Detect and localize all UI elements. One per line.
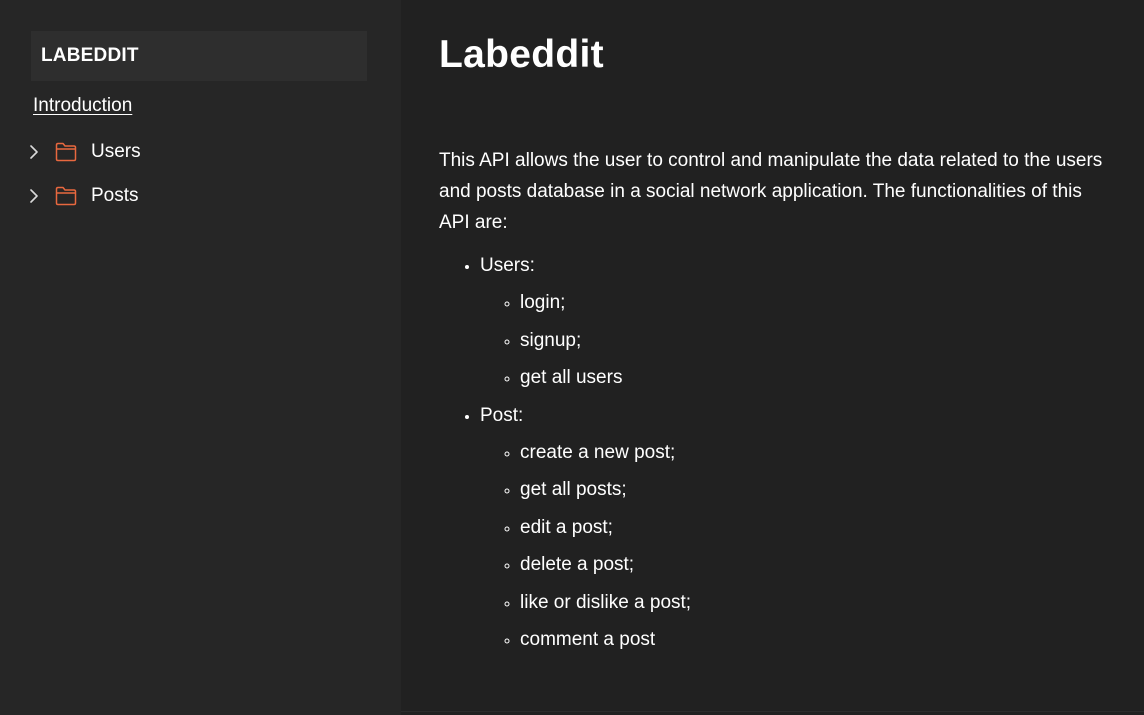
list-item: delete a post;	[520, 552, 1104, 578]
main-content: Labeddit This API allows the user to con…	[401, 0, 1144, 715]
feature-group-users: Users: login; signup; get all users	[480, 253, 1104, 391]
sidebar-item-label: Posts	[91, 185, 139, 206]
folder-icon	[54, 185, 78, 207]
list-item: get all posts;	[520, 477, 1104, 503]
folder-icon	[54, 141, 78, 163]
list-item: get all users	[520, 365, 1104, 391]
list-item: login;	[520, 290, 1104, 316]
sidebar: LABEDDIT Introduction Users Posts	[0, 0, 401, 715]
sidebar-item-posts[interactable]: Posts	[30, 174, 401, 218]
feature-list: Users: login; signup; get all users Post…	[439, 253, 1104, 653]
list-item: create a new post;	[520, 440, 1104, 466]
feature-sublist: create a new post; get all posts; edit a…	[480, 440, 1104, 654]
chevron-right-icon[interactable]	[27, 145, 41, 159]
list-item: edit a post;	[520, 515, 1104, 541]
list-item: signup;	[520, 328, 1104, 354]
introduction-link[interactable]: Introduction	[33, 95, 132, 117]
divider	[401, 711, 1144, 712]
feature-group-label: Post:	[480, 404, 524, 426]
page-title: Labeddit	[439, 33, 604, 76]
chevron-right-icon[interactable]	[27, 189, 41, 203]
api-description: This API allows the user to control and …	[439, 150, 1103, 233]
list-item: comment a post	[520, 627, 1104, 653]
list-item: like or dislike a post;	[520, 590, 1104, 616]
sidebar-item-label: Users	[91, 141, 141, 162]
sidebar-tree: Users Posts	[30, 130, 401, 218]
app-layout: LABEDDIT Introduction Users Posts Labedd…	[0, 0, 1144, 715]
feature-group-post: Post: create a new post; get all posts; …	[480, 403, 1104, 654]
sidebar-item-users[interactable]: Users	[30, 130, 401, 174]
sidebar-title: LABEDDIT	[31, 31, 367, 81]
feature-sublist: login; signup; get all users	[480, 290, 1104, 391]
feature-group-label: Users:	[480, 255, 535, 276]
